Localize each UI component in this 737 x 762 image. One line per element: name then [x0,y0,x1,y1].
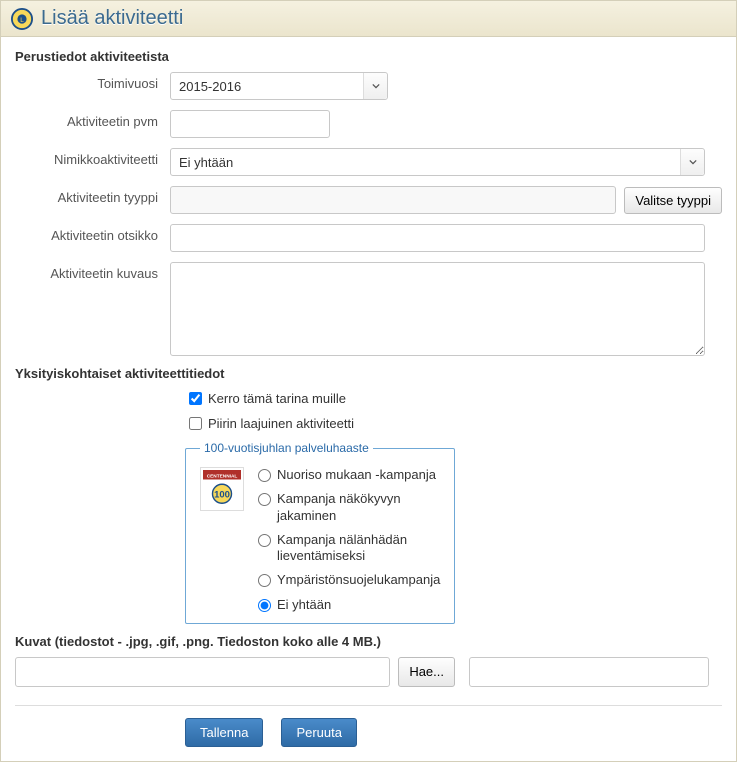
centennial-hunger-radio[interactable] [258,534,271,547]
svg-text:100: 100 [214,490,230,501]
year-select-value: 2015-2016 [179,79,241,94]
title-label: Aktiviteetin otsikko [15,224,170,243]
share-story-label[interactable]: Kerro tämä tarina muille [208,391,346,406]
district-wide-label[interactable]: Piirin laajuinen aktiviteetti [208,416,354,431]
images-heading: Kuvat (tiedostot - .jpg, .gif, .png. Tie… [15,634,722,649]
add-activity-window: L Lisää aktiviteetti Perustiedot aktivit… [0,0,737,762]
activity-description-textarea[interactable] [170,262,705,356]
year-label: Toimivuosi [15,72,170,91]
district-wide-checkbox[interactable] [189,417,202,430]
centennial-vision-label[interactable]: Kampanja näkökyvyn jakaminen [277,491,440,524]
date-label: Aktiviteetin pvm [15,110,170,129]
centennial-hunger-label[interactable]: Kampanja nälänhädän lieventämiseksi [277,532,440,565]
choose-type-button[interactable]: Valitse tyyppi [624,187,722,214]
centennial-none-radio[interactable] [258,599,271,612]
centennial-youth-label[interactable]: Nuoriso mukaan -kampanja [277,467,436,483]
svg-text:CENTENNIAL: CENTENNIAL [207,474,238,480]
cancel-button[interactable]: Peruuta [281,718,357,747]
centennial-environment-label[interactable]: Ympäristönsuojelukampanja [277,572,440,588]
signature-label: Nimikkoaktiviteetti [15,148,170,167]
centennial-challenge-group: 100-vuotisjuhlan palveluhaaste CENTENNIA… [185,441,455,624]
window-title: Lisää aktiviteetti [41,7,183,30]
browse-button[interactable]: Hae... [398,657,455,687]
centennial-legend: 100-vuotisjuhlan palveluhaaste [200,441,373,455]
chevron-down-icon [680,149,704,175]
activity-type-display [170,186,616,214]
svg-text:L: L [20,16,24,23]
details-heading: Yksityiskohtaiset aktiviteettitiedot [15,366,722,381]
basic-info-heading: Perustiedot aktiviteetista [15,49,722,64]
centennial-none-label[interactable]: Ei yhtään [277,597,331,613]
year-select[interactable]: 2015-2016 [170,72,388,100]
form-content: Perustiedot aktiviteetista Toimivuosi 20… [1,37,736,761]
centennial-badge-icon: CENTENNIAL 100 [200,467,244,511]
centennial-vision-radio[interactable] [258,493,271,506]
titlebar: L Lisää aktiviteetti [1,1,736,37]
centennial-environment-radio[interactable] [258,574,271,587]
image-preview-box [469,657,709,687]
signature-activity-value: Ei yhtään [179,155,233,170]
activity-date-input[interactable] [170,110,330,138]
lions-logo-icon: L [11,8,33,30]
chevron-down-icon [363,73,387,99]
activity-title-input[interactable] [170,224,705,252]
signature-activity-select[interactable]: Ei yhtään [170,148,705,176]
type-label: Aktiviteetin tyyppi [15,186,170,205]
centennial-youth-radio[interactable] [258,469,271,482]
share-story-checkbox[interactable] [189,392,202,405]
desc-label: Aktiviteetin kuvaus [15,262,170,281]
save-button[interactable]: Tallenna [185,718,263,747]
file-path-display [15,657,390,687]
